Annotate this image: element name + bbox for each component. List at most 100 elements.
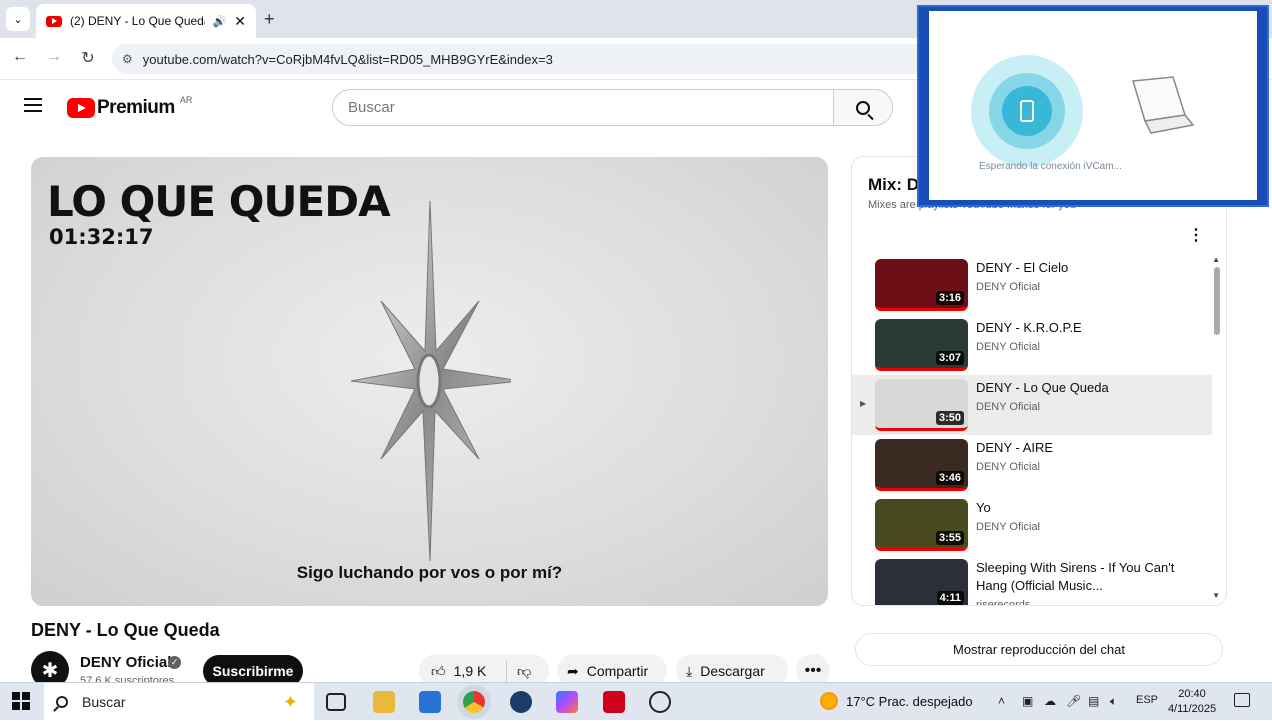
playlist-item[interactable]: 4:11 Sleeping With Sirens - If You Can't… bbox=[852, 555, 1212, 605]
search-button[interactable] bbox=[833, 89, 893, 126]
browser-tab[interactable]: (2) DENY - Lo Que Queda - 🔊 ✕ bbox=[36, 4, 256, 38]
playlist-item-channel[interactable]: riserecords bbox=[976, 599, 1030, 605]
playlist-item-channel[interactable]: DENY Oficial bbox=[976, 341, 1040, 353]
video-thumbnail: 3:07 bbox=[875, 319, 968, 371]
site-info-icon[interactable]: ⚙ bbox=[122, 52, 133, 66]
hamburger-menu-icon[interactable] bbox=[24, 98, 42, 112]
laptop-icon bbox=[1132, 76, 1195, 134]
playlist-item-channel[interactable]: DENY Oficial bbox=[976, 281, 1040, 293]
playlist-item-channel[interactable]: DENY Oficial bbox=[976, 521, 1040, 533]
duration-badge: 3:16 bbox=[935, 291, 964, 305]
taskbar-clock[interactable]: 20:40 4/11/2025 bbox=[1160, 687, 1224, 717]
notification-icon[interactable] bbox=[1234, 693, 1250, 707]
mix-playlist-panel: Mix: D Mixes are playlists YouTube makes… bbox=[851, 156, 1227, 606]
task-view-icon[interactable] bbox=[326, 693, 346, 711]
microsoft-store-icon[interactable] bbox=[419, 691, 441, 713]
playlist-item-current[interactable]: ▶ 3:50 DENY - Lo Que Queda DENY Oficial bbox=[852, 375, 1212, 435]
duration-badge: 3:07 bbox=[935, 351, 964, 365]
playlist-item-title: Yo bbox=[976, 500, 991, 515]
chevron-down-icon: ⌄ bbox=[13, 13, 23, 26]
search-icon bbox=[56, 696, 68, 708]
playlist-item-channel[interactable]: DENY Oficial bbox=[976, 401, 1040, 413]
thumbs-down-icon: 👎︎ bbox=[517, 662, 532, 679]
logo-text: Premium bbox=[97, 97, 175, 118]
video-thumbnail: 3:55 bbox=[875, 499, 968, 551]
share-arrow-icon: ➦ bbox=[567, 662, 579, 679]
tray-volume-icon[interactable]: 🔈︎ bbox=[1110, 694, 1117, 709]
video-thumbnail: 3:16 bbox=[875, 259, 968, 311]
verified-icon: ✓ bbox=[168, 656, 181, 669]
tab-search-menu-button[interactable]: ⌄ bbox=[6, 7, 30, 31]
show-chat-replay-button[interactable]: Mostrar reproducción del chat bbox=[855, 633, 1223, 666]
file-explorer-icon[interactable] bbox=[373, 691, 395, 713]
clock-time: 20:40 bbox=[1178, 688, 1206, 700]
windows-taskbar: Buscar ✦ 17°C Prac. despejado ˄ ▣ ☁ 🎤︎ ▤… bbox=[0, 682, 1272, 721]
clock-date: 4/11/2025 bbox=[1167, 703, 1217, 715]
reload-icon[interactable]: ↻ bbox=[77, 48, 99, 68]
tray-network-icon[interactable]: ▤ bbox=[1088, 694, 1099, 708]
video-overlay-time: 01:32:17 bbox=[49, 225, 154, 249]
duration-badge: 3:46 bbox=[935, 471, 964, 485]
youtube-premium-logo[interactable]: Premium AR bbox=[67, 95, 193, 119]
ivcam-content: Esperando la conexión iVCam... bbox=[929, 11, 1257, 200]
playlist-item-title: DENY - AIRE bbox=[976, 440, 1054, 455]
weather-sun-icon bbox=[820, 692, 838, 710]
tray-microphone-icon[interactable]: 🎤︎ bbox=[1066, 694, 1081, 708]
duration-badge: 4:11 bbox=[936, 591, 964, 605]
scroll-up-icon[interactable]: ▲ bbox=[1212, 255, 1220, 264]
tray-cloud-icon[interactable]: ☁ bbox=[1044, 694, 1056, 708]
playlist-item-channel[interactable]: DENY Oficial bbox=[976, 461, 1040, 473]
taskbar-search[interactable]: Buscar ✦ bbox=[44, 683, 314, 721]
close-tab-icon[interactable]: ✕ bbox=[234, 13, 246, 30]
playlist-item-title: DENY - K.R.O.P.E bbox=[976, 320, 1082, 335]
ivcam-app-icon[interactable] bbox=[649, 691, 671, 713]
ivcam-status-text: Esperando la conexión iVCam... bbox=[979, 161, 1122, 172]
sparkle-icon: ✦ bbox=[282, 691, 298, 712]
thumbs-up-icon: 👍︎ bbox=[431, 662, 446, 679]
weather-widget[interactable]: 17°C Prac. despejado bbox=[820, 692, 973, 710]
search-input[interactable]: Buscar bbox=[332, 89, 834, 126]
more-horizontal-icon: ••• bbox=[804, 662, 822, 679]
country-code: AR bbox=[179, 95, 193, 105]
scroll-down-icon[interactable]: ▼ bbox=[1212, 591, 1220, 600]
weather-text: 17°C Prac. despejado bbox=[846, 693, 973, 709]
playlist-title: Mix: D bbox=[868, 175, 919, 194]
video-thumbnail: 4:11 bbox=[875, 559, 968, 605]
youtube-play-icon bbox=[67, 98, 95, 118]
new-tab-button[interactable]: + bbox=[264, 9, 275, 30]
dislike-button[interactable]: 👎︎ bbox=[507, 663, 531, 680]
language-indicator[interactable]: ESP bbox=[1136, 694, 1158, 706]
duration-badge: 3:50 bbox=[935, 411, 964, 425]
download-icon: ⤓ bbox=[686, 662, 693, 679]
playlist-item[interactable]: 3:55 Yo DENY Oficial bbox=[852, 495, 1212, 555]
windows-start-icon[interactable] bbox=[12, 692, 30, 710]
ivcam-window[interactable]: Esperando la conexión iVCam... bbox=[917, 5, 1269, 207]
duration-badge: 3:55 bbox=[935, 531, 964, 545]
playlist-item-title: DENY - El Cielo bbox=[976, 260, 1069, 275]
back-arrow-icon[interactable]: ← bbox=[9, 48, 31, 66]
like-button[interactable]: 👍︎ 1,9 K bbox=[419, 660, 507, 682]
video-overlay-title: LO QUE QUEDA bbox=[47, 177, 391, 226]
video-title: DENY - Lo Que Queda bbox=[31, 620, 220, 640]
tray-chevron-up-icon[interactable]: ˄ bbox=[998, 694, 1005, 708]
chrome-icon[interactable] bbox=[463, 691, 485, 713]
speaker-icon[interactable]: 🔊 bbox=[213, 15, 227, 28]
steam-icon[interactable] bbox=[510, 691, 532, 713]
playlist-item[interactable]: 3:46 DENY - AIRE DENY Oficial bbox=[852, 435, 1212, 495]
channel-name[interactable]: DENY Oficial bbox=[80, 654, 171, 671]
amd-icon[interactable] bbox=[603, 691, 625, 713]
taskbar-search-placeholder: Buscar bbox=[82, 694, 126, 710]
video-player[interactable]: LO QUE QUEDA 01:32:17 Sigo luchando por … bbox=[31, 157, 828, 606]
playlist-item-title: DENY - Lo Que Queda bbox=[976, 380, 1109, 395]
playlist-scrollbar[interactable] bbox=[1214, 267, 1220, 335]
tab-title: (2) DENY - Lo Que Queda - bbox=[70, 14, 205, 28]
tray-device-icon[interactable]: ▣ bbox=[1022, 694, 1033, 708]
forward-arrow-icon[interactable]: → bbox=[43, 48, 65, 66]
playlist-item[interactable]: 3:07 DENY - K.R.O.P.E DENY Oficial bbox=[852, 315, 1212, 375]
download-label: Descargar bbox=[700, 663, 765, 679]
playlist-item[interactable]: 3:16 DENY - El Cielo DENY Oficial bbox=[852, 255, 1212, 315]
video-caption: Sigo luchando por vos o por mí? bbox=[296, 563, 563, 582]
copilot-icon[interactable] bbox=[556, 691, 578, 713]
video-thumbnail: 3:50 bbox=[875, 379, 968, 431]
playlist-more-icon[interactable]: ⋮ bbox=[1188, 225, 1204, 245]
